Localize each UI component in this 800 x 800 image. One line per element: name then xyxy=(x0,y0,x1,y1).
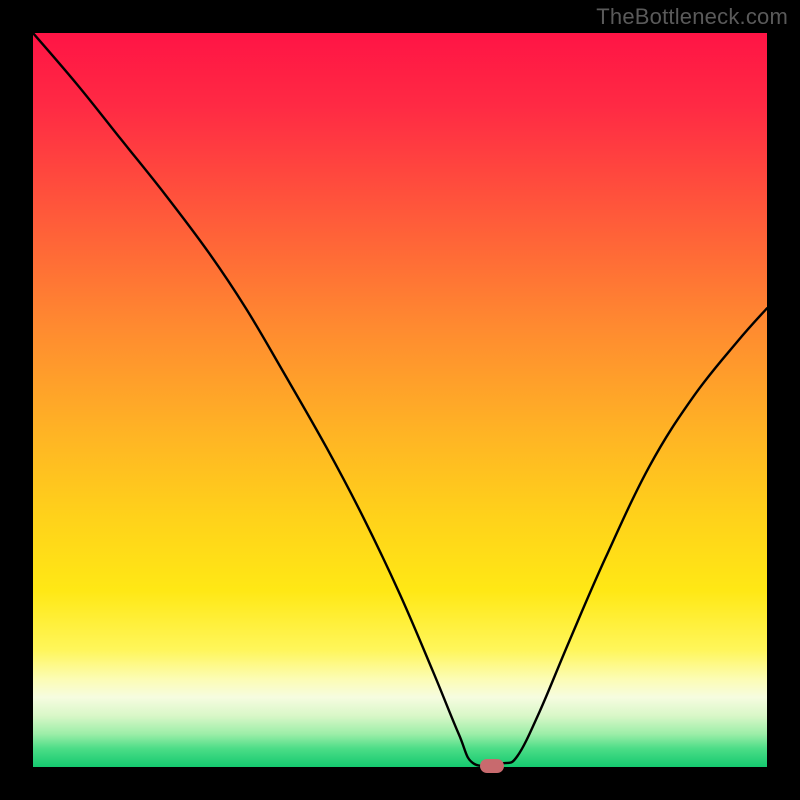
plot-background xyxy=(33,33,767,767)
watermark-text: TheBottleneck.com xyxy=(596,4,788,30)
bottleneck-chart xyxy=(0,0,800,800)
chart-stage: TheBottleneck.com xyxy=(0,0,800,800)
optimal-marker xyxy=(480,759,504,773)
